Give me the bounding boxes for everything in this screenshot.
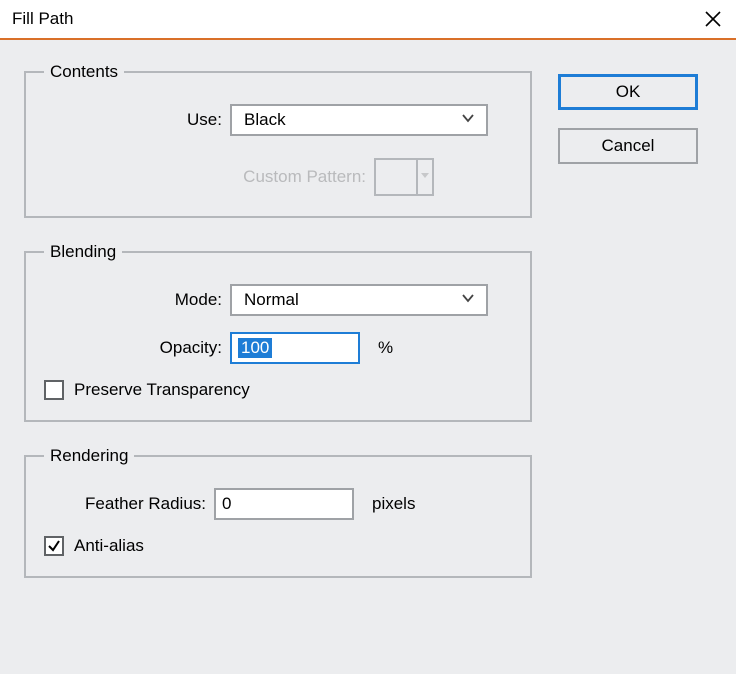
use-select[interactable]: Black (230, 104, 488, 136)
antialias-label: Anti-alias (74, 536, 144, 556)
opacity-value: 100 (238, 338, 272, 358)
checkbox-icon (44, 536, 64, 556)
group-rendering-legend: Rendering (44, 446, 134, 466)
cancel-button[interactable]: Cancel (558, 128, 698, 164)
custom-pattern-label: Custom Pattern: (44, 167, 374, 187)
preserve-transparency-label: Preserve Transparency (74, 380, 250, 400)
chevron-down-icon (416, 160, 432, 194)
close-icon[interactable] (700, 6, 726, 32)
group-contents-legend: Contents (44, 62, 124, 82)
feather-radius-unit: pixels (372, 494, 415, 514)
feather-radius-value: 0 (222, 494, 231, 514)
dialog-body: Contents Use: Black Custom Pattern: (0, 40, 736, 674)
chevron-down-icon (460, 290, 476, 311)
chevron-down-icon (460, 110, 476, 131)
preserve-transparency-checkbox[interactable]: Preserve Transparency (44, 380, 512, 400)
feather-radius-input[interactable]: 0 (214, 488, 354, 520)
opacity-input[interactable]: 100 (230, 332, 360, 364)
titlebar: Fill Path (0, 0, 736, 40)
antialias-checkbox[interactable]: Anti-alias (44, 536, 512, 556)
mode-select[interactable]: Normal (230, 284, 488, 316)
group-blending: Blending Mode: Normal Opacity: 100 (24, 242, 532, 422)
mode-label: Mode: (44, 290, 230, 310)
ok-button[interactable]: OK (558, 74, 698, 110)
dialog-title: Fill Path (12, 9, 73, 29)
use-select-value: Black (244, 110, 286, 130)
group-contents: Contents Use: Black Custom Pattern: (24, 62, 532, 218)
group-blending-legend: Blending (44, 242, 122, 262)
opacity-label: Opacity: (44, 338, 230, 358)
group-rendering: Rendering Feather Radius: 0 pixels Anti-… (24, 446, 532, 578)
custom-pattern-picker (374, 158, 434, 196)
mode-select-value: Normal (244, 290, 299, 310)
feather-radius-label: Feather Radius: (44, 494, 214, 514)
use-label: Use: (44, 110, 230, 130)
opacity-unit: % (378, 338, 393, 358)
checkbox-icon (44, 380, 64, 400)
